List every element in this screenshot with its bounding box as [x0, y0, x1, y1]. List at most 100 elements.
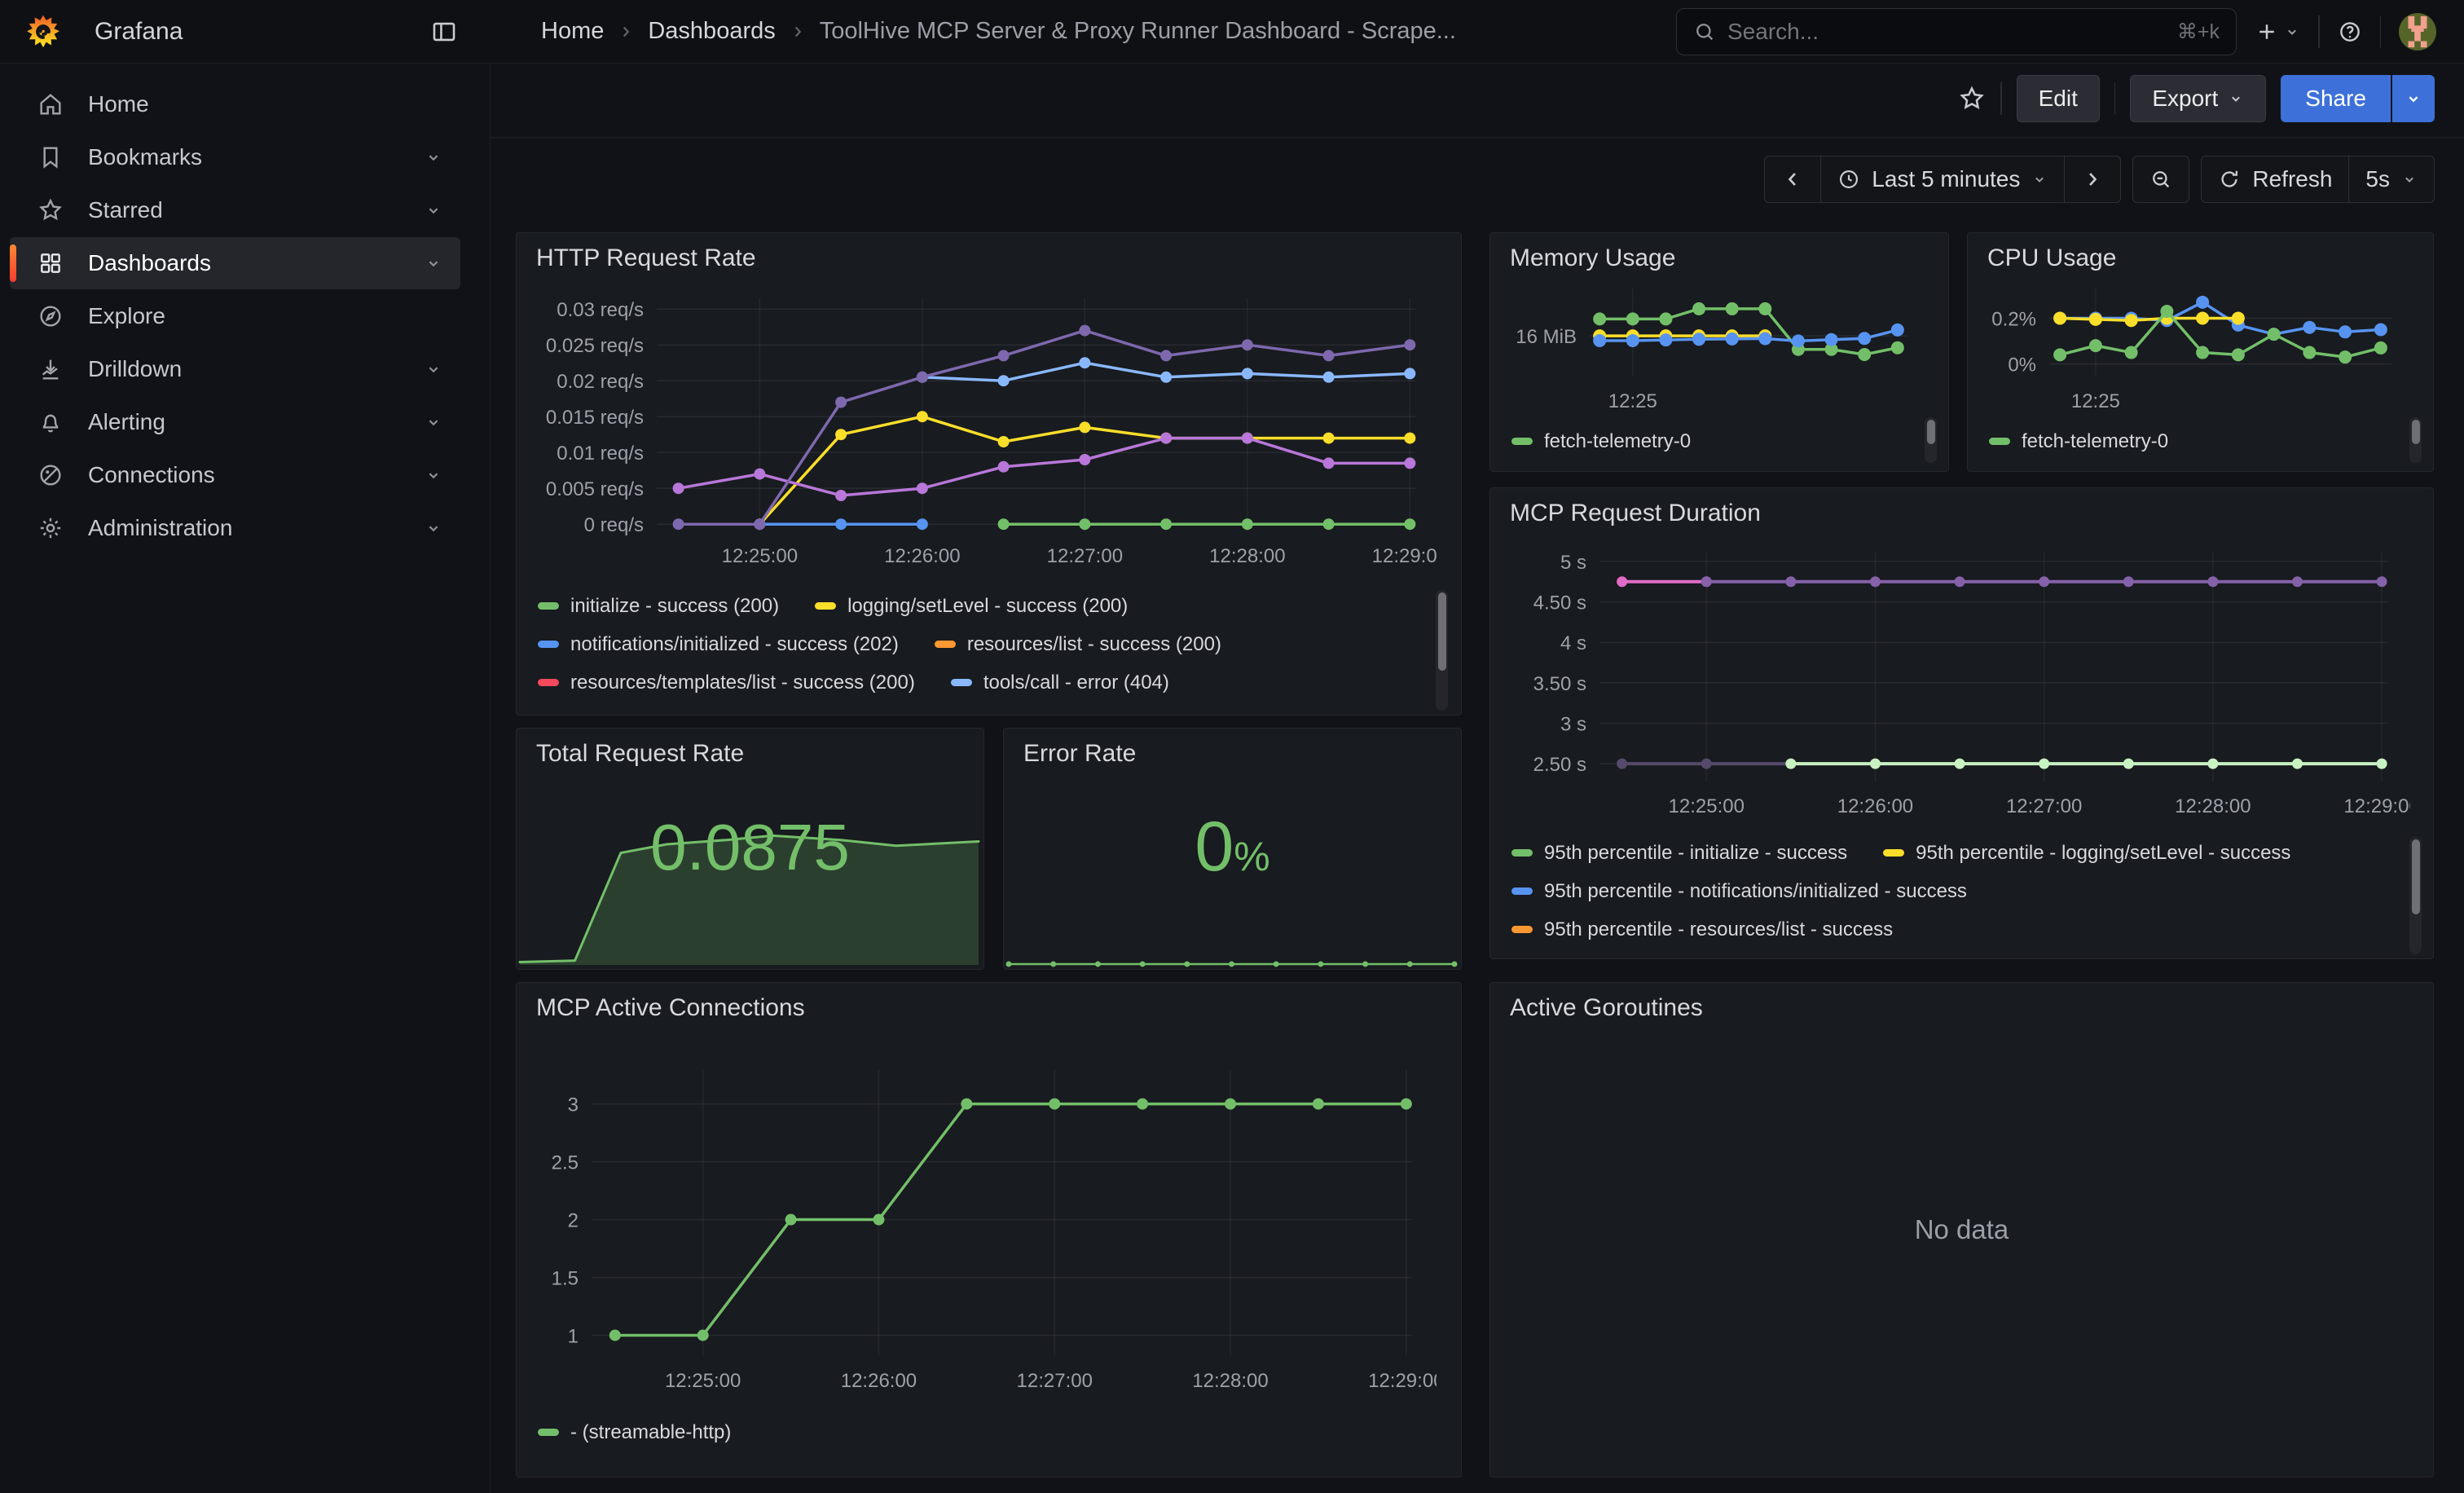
- sidebar-item-administration[interactable]: Administration: [10, 502, 460, 554]
- http-request-rate-chart[interactable]: 12:25:0012:26:0012:27:0012:28:0012:29:00…: [520, 279, 1437, 582]
- time-shift-forward-button[interactable]: [2064, 156, 2120, 202]
- legend-item[interactable]: - (streamable-http): [538, 1421, 731, 1444]
- sidebar-item-dashboards[interactable]: Dashboards: [10, 237, 460, 289]
- sidebar-item-drilldown[interactable]: Drilldown: [10, 343, 460, 395]
- sidebar-item-explore[interactable]: Explore: [10, 290, 460, 342]
- panel-title[interactable]: HTTP Request Rate: [536, 244, 756, 272]
- legend-color-chip: [538, 602, 559, 610]
- search-shortcut: ⌘+k: [2177, 20, 2220, 44]
- help-button[interactable]: [2338, 20, 2362, 44]
- chevron-down-icon[interactable]: [425, 148, 442, 166]
- legend-item[interactable]: resources/list - success (200): [935, 633, 1221, 656]
- legend-item[interactable]: 95th percentile - logging/setLevel - suc…: [1883, 842, 2290, 865]
- divider: [2318, 15, 2320, 48]
- new-button[interactable]: [2255, 20, 2300, 44]
- memory-usage-chart[interactable]: 12:2516 MiB: [1494, 277, 1925, 417]
- legend-item[interactable]: resources/templates/list - success (200): [538, 672, 915, 694]
- panel-title[interactable]: Memory Usage: [1510, 244, 1675, 272]
- share-button[interactable]: Share: [2281, 75, 2391, 122]
- search-icon: [1693, 20, 1716, 43]
- legend-scrollbar[interactable]: [1925, 417, 1937, 463]
- zoom-out-button[interactable]: [2133, 156, 2189, 202]
- chevron-down-icon[interactable]: [425, 201, 442, 219]
- panel-title[interactable]: MCP Request Duration: [1510, 500, 1761, 527]
- svg-text:0 req/s: 0 req/s: [584, 514, 644, 536]
- error-rate-value: 0%: [1004, 807, 1461, 887]
- panel-title[interactable]: Error Rate: [1023, 740, 1136, 768]
- refresh-button[interactable]: Refresh: [2202, 156, 2348, 202]
- panel-title[interactable]: Total Request Rate: [536, 740, 744, 768]
- divider: [2380, 15, 2382, 48]
- chevron-down-icon[interactable]: [425, 519, 442, 537]
- dashboard-main: Edit Export Share Last 5 minutes: [491, 64, 2464, 1493]
- svg-text:2: 2: [568, 1210, 579, 1232]
- refresh-group: Refresh 5s: [2201, 156, 2435, 203]
- legend-color-chip: [538, 1429, 559, 1436]
- avatar[interactable]: [2399, 13, 2436, 51]
- header-separator: [491, 137, 2464, 139]
- sidebar-toggle-icon[interactable]: [430, 18, 458, 46]
- help-icon: [2338, 20, 2362, 44]
- star-icon: [37, 197, 64, 223]
- sidebar-item-home[interactable]: Home: [10, 78, 460, 130]
- legend-label: tools/call - success (200): [570, 710, 785, 711]
- svg-text:3.50 s: 3.50 s: [1533, 673, 1586, 695]
- legend-item[interactable]: tools/call - success (200): [538, 710, 785, 711]
- chevron-down-icon: [2031, 171, 2048, 187]
- svg-text:12:28:00: 12:28:00: [1192, 1370, 1268, 1392]
- legend-item[interactable]: fetch-telemetry-0: [1511, 430, 1691, 453]
- chevron-down-icon[interactable]: [425, 254, 442, 272]
- legend-item[interactable]: initialize - success (200): [538, 595, 779, 618]
- refresh-interval-picker[interactable]: 5s: [2348, 156, 2434, 202]
- legend-item[interactable]: 95th percentile - initialize - success: [1511, 842, 1847, 865]
- sidebar-item-connections[interactable]: Connections: [10, 449, 460, 501]
- svg-text:12:28:00: 12:28:00: [2175, 795, 2251, 817]
- edit-button[interactable]: Edit: [2017, 75, 2100, 122]
- export-button[interactable]: Export: [2130, 75, 2266, 122]
- legend-scrollbar[interactable]: [1436, 590, 1448, 711]
- chevron-down-icon: [2405, 90, 2422, 108]
- search-input[interactable]: [1727, 19, 2166, 45]
- error-rate-sparkline[interactable]: [1005, 935, 1458, 967]
- svg-text:12:26:00: 12:26:00: [841, 1370, 917, 1392]
- legend-item[interactable]: notifications/initialized - success (202…: [538, 633, 899, 656]
- share-dropdown-button[interactable]: [2391, 75, 2435, 122]
- chevron-down-icon[interactable]: [425, 466, 442, 484]
- svg-text:12:25: 12:25: [1608, 390, 1657, 412]
- legend-scrollbar[interactable]: [2409, 837, 2422, 954]
- sidebar-item-bookmarks[interactable]: Bookmarks: [10, 131, 460, 183]
- panel-title[interactable]: MCP Active Connections: [536, 994, 805, 1022]
- legend-item[interactable]: fetch-telemetry-0: [1989, 430, 2168, 453]
- breadcrumb-item[interactable]: Home: [541, 18, 604, 45]
- legend-item[interactable]: tools/call - error (404): [951, 672, 1169, 694]
- sidebar-item-label: Connections: [88, 462, 215, 488]
- legend-item[interactable]: 95th percentile - resources/list - succe…: [1511, 918, 1893, 941]
- legend-label: resources/list - success (200): [967, 633, 1221, 656]
- time-shift-back-button[interactable]: [1765, 156, 1820, 202]
- legend-item[interactable]: unknown - success (200): [1100, 710, 1350, 711]
- breadcrumb-item[interactable]: Dashboards: [648, 18, 775, 45]
- connections-icon: [37, 462, 64, 488]
- cpu-usage-chart[interactable]: 12:250.2%0%: [1971, 277, 2411, 417]
- legend-item[interactable]: 95th percentile - notifications/initiali…: [1511, 880, 1967, 903]
- legend-item[interactable]: logging/setLevel - success (200): [815, 595, 1128, 618]
- time-range-picker[interactable]: Last 5 minutes: [1820, 156, 2064, 202]
- panel-title[interactable]: CPU Usage: [1987, 244, 2116, 272]
- sidebar-item-starred[interactable]: Starred: [10, 184, 460, 236]
- favorite-star-icon[interactable]: [1958, 85, 1986, 112]
- chevron-down-icon[interactable]: [425, 413, 442, 431]
- chevron-down-icon[interactable]: [425, 360, 442, 378]
- legend-scrollbar[interactable]: [2409, 417, 2422, 463]
- sidebar-item-label: Administration: [88, 515, 232, 541]
- panel-title[interactable]: Active Goroutines: [1510, 994, 1703, 1022]
- no-data-message: No data: [1490, 1214, 2433, 1245]
- divider: [2114, 82, 2116, 115]
- sidebar-item-alerting[interactable]: Alerting: [10, 396, 460, 448]
- bell-icon: [37, 409, 64, 435]
- legend-item[interactable]: tools/list - success (200): [821, 710, 1063, 711]
- mcp-request-duration-chart[interactable]: 12:25:0012:26:0012:27:0012:28:0012:29:00…: [1494, 534, 2410, 830]
- refresh-icon: [2218, 168, 2241, 191]
- breadcrumb-separator-icon: [789, 23, 807, 41]
- search-box[interactable]: ⌘+k: [1676, 8, 2237, 55]
- mcp-active-connections-chart[interactable]: 12:25:0012:26:0012:27:0012:28:0012:29:00…: [520, 1028, 1437, 1408]
